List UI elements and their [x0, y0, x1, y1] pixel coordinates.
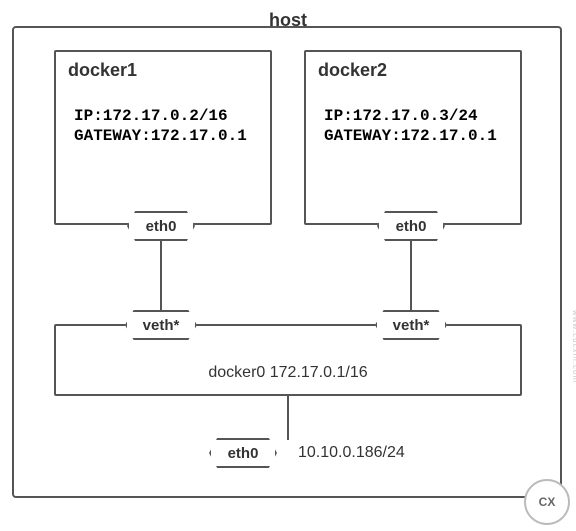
- container-title: docker1: [68, 60, 137, 81]
- watermark-text: www.cdcxhl.com: [571, 310, 576, 383]
- diagram-stage: host docker1 IP:172.17.0.2/16 GATEWAY:17…: [0, 0, 576, 531]
- eth0-chip-container1: eth0: [127, 211, 195, 241]
- container-docker1: docker1 IP:172.17.0.2/16 GATEWAY:172.17.…: [54, 50, 272, 225]
- logo-icon: CX: [524, 479, 570, 525]
- link-line: [410, 240, 412, 312]
- link-line: [287, 396, 289, 440]
- eth0-chip-host: eth0: [209, 438, 277, 468]
- container-gateway: GATEWAY:172.17.0.1: [74, 127, 247, 145]
- bridge-docker0: docker0 172.17.0.1/16: [54, 324, 522, 396]
- link-line: [160, 240, 162, 312]
- container-title: docker2: [318, 60, 387, 81]
- eth0-chip-container2: eth0: [377, 211, 445, 241]
- veth-chip-2: veth*: [375, 310, 447, 340]
- container-docker2: docker2 IP:172.17.0.3/24 GATEWAY:172.17.…: [304, 50, 522, 225]
- bridge-label: docker0 172.17.0.1/16: [208, 364, 367, 382]
- container-ip: IP:172.17.0.3/24: [324, 107, 478, 125]
- veth-chip-1: veth*: [125, 310, 197, 340]
- host-ip-label: 10.10.0.186/24: [298, 444, 405, 462]
- container-gateway: GATEWAY:172.17.0.1: [324, 127, 497, 145]
- container-ip: IP:172.17.0.2/16: [74, 107, 228, 125]
